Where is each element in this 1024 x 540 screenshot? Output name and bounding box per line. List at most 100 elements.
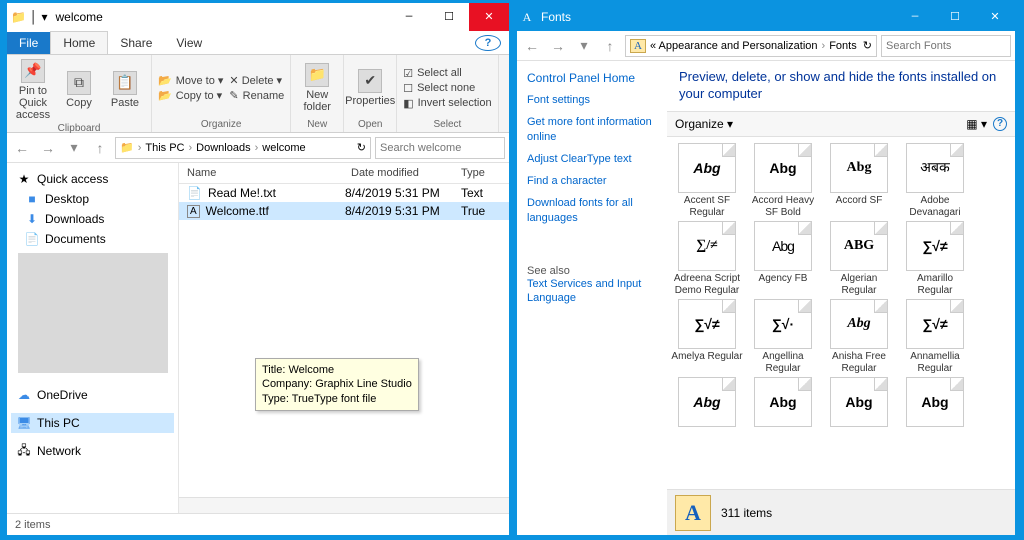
font-tile[interactable]: AbgAccord SF xyxy=(823,143,895,219)
new-folder-button[interactable]: 📁New folder xyxy=(295,61,339,115)
chevron-right-icon[interactable]: › xyxy=(822,40,826,52)
nav-onedrive[interactable]: ☁OneDrive xyxy=(11,385,174,405)
side-link-font-settings[interactable]: Font settings xyxy=(527,93,657,107)
file-list[interactable]: Name Date modified Type 📄 Read Me!.txt 8… xyxy=(179,163,509,513)
nav-back-button[interactable]: ← xyxy=(521,35,543,57)
pin-quickaccess-button[interactable]: 📌Pin to Quick access xyxy=(11,57,55,123)
horizontal-scrollbar[interactable] xyxy=(179,497,509,513)
select-none-button[interactable]: ☐ Select none xyxy=(401,81,493,96)
breadcrumb-downloads[interactable]: Downloads xyxy=(196,142,250,154)
nav-network[interactable]: 🖧Network xyxy=(11,441,174,461)
delete-button[interactable]: ✕ Delete ▾ xyxy=(227,73,286,88)
titlebar[interactable]: A Fonts — ☐ ✕ xyxy=(517,3,1015,31)
col-name[interactable]: Name xyxy=(187,167,351,179)
tab-file[interactable]: File xyxy=(7,32,50,54)
close-button[interactable]: ✕ xyxy=(975,3,1015,31)
titlebar[interactable]: 📁 │ ▾ welcome — ☐ ✕ xyxy=(7,3,509,31)
tab-view[interactable]: View xyxy=(164,32,214,54)
view-mode-button[interactable]: ▦ ▾ xyxy=(966,117,987,131)
font-tile[interactable]: AbgAccent SF Regular xyxy=(671,143,743,219)
font-tile[interactable]: Abg xyxy=(899,377,971,453)
address-bar[interactable]: 📁› This PC› Downloads› welcome ↻ xyxy=(115,137,371,159)
side-link-text-services[interactable]: Text Services and Input Language xyxy=(527,277,657,306)
nav-downloads[interactable]: ⬇Downloads xyxy=(11,209,174,229)
ribbon-help-icon[interactable]: ? xyxy=(475,35,501,51)
file-row[interactable]: 📄 Read Me!.txt 8/4/2019 5:31 PM Text xyxy=(179,184,509,202)
nav-forward-button[interactable]: → xyxy=(37,137,59,159)
side-link-download-fonts[interactable]: Download fonts for all languages xyxy=(527,196,657,225)
side-link-find-character[interactable]: Find a character xyxy=(527,174,657,188)
nav-history-button[interactable]: ▾ xyxy=(573,35,595,57)
maximize-button[interactable]: ☐ xyxy=(935,3,975,31)
nav-back-button[interactable]: ← xyxy=(11,137,33,159)
breadcrumb-welcome[interactable]: welcome xyxy=(262,142,305,154)
fonts-count: 311 items xyxy=(721,506,772,520)
chevron-right-icon[interactable]: › xyxy=(138,142,142,154)
invert-selection-button[interactable]: ◧ Invert selection xyxy=(401,96,493,111)
font-tile[interactable]: ∑√≠Amelya Regular xyxy=(671,299,743,375)
font-grid[interactable]: AbgAccent SF RegularAbgAccord Heavy SF B… xyxy=(667,137,1015,489)
col-date[interactable]: Date modified xyxy=(351,167,461,179)
address-bar[interactable]: A « Appearance and Personalization › Fon… xyxy=(625,35,877,57)
breadcrumb-thispc[interactable]: This PC xyxy=(145,142,184,154)
font-tile[interactable]: ABGAlgerian Regular xyxy=(823,221,895,297)
refresh-icon[interactable]: ↻ xyxy=(863,39,872,52)
copy-icon: ⧉ xyxy=(67,71,91,95)
font-name: Anisha Free Regular xyxy=(823,351,895,375)
help-icon[interactable]: ? xyxy=(993,117,1007,131)
tab-share[interactable]: Share xyxy=(108,32,164,54)
search-input[interactable] xyxy=(886,40,1024,52)
font-tile[interactable]: ∑√≠Annamellia Regular xyxy=(899,299,971,375)
font-tile[interactable]: AbgAccord Heavy SF Bold xyxy=(747,143,819,219)
font-tile[interactable]: अबकAdobe Devanagari xyxy=(899,143,971,219)
nav-this-pc[interactable]: 🖥This PC xyxy=(11,413,174,433)
font-tile[interactable]: AbgAgency FB xyxy=(747,221,819,297)
font-name: Accord SF xyxy=(836,195,883,219)
minimize-button[interactable]: — xyxy=(895,3,935,31)
tab-home[interactable]: Home xyxy=(50,31,108,54)
navigation-pane[interactable]: ★Quick access ■Desktop ⬇Downloads 📄Docum… xyxy=(7,163,179,513)
properties-button[interactable]: ✔Properties xyxy=(348,67,392,109)
nav-quick-access[interactable]: ★Quick access xyxy=(11,169,174,189)
side-link-cleartype[interactable]: Adjust ClearType text xyxy=(527,152,657,166)
search-box[interactable]: 🔍 xyxy=(375,137,505,159)
close-button[interactable]: ✕ xyxy=(469,3,509,31)
fonts-icon: A xyxy=(517,10,537,25)
chevron-right-icon[interactable]: › xyxy=(255,142,259,154)
breadcrumb-appearance[interactable]: « Appearance and Personalization xyxy=(650,40,818,52)
control-panel-home-link[interactable]: Control Panel Home xyxy=(527,71,657,85)
column-headers[interactable]: Name Date modified Type xyxy=(179,163,509,184)
font-tile[interactable]: ∑√·Angellina Regular xyxy=(747,299,819,375)
font-tile[interactable]: Abg xyxy=(823,377,895,453)
font-tile[interactable]: Abg xyxy=(747,377,819,453)
copy-button[interactable]: ⧉Copy xyxy=(57,69,101,111)
rename-button[interactable]: ✎Rename xyxy=(227,88,286,103)
nav-up-button[interactable]: ↑ xyxy=(89,137,111,159)
nav-up-button[interactable]: ↑ xyxy=(599,35,621,57)
qat-dropdown-icon[interactable]: ▾ xyxy=(41,10,47,24)
select-all-button[interactable]: Select all xyxy=(401,66,493,81)
font-tile[interactable]: ∑/≠Adreena Script Demo Regular xyxy=(671,221,743,297)
nav-history-button[interactable]: ▾ xyxy=(63,137,85,159)
font-preview: ∑√≠ xyxy=(906,299,964,349)
minimize-button[interactable]: — xyxy=(389,3,429,31)
moveto-button[interactable]: 📂Move to ▾ xyxy=(156,73,225,88)
organize-button[interactable]: Organize ▾ xyxy=(675,117,733,131)
copyto-button[interactable]: 📂Copy to ▾ xyxy=(156,88,225,103)
search-input[interactable] xyxy=(380,142,522,154)
font-tile[interactable]: AbgAnisha Free Regular xyxy=(823,299,895,375)
chevron-right-icon[interactable]: › xyxy=(189,142,193,154)
paste-button[interactable]: 📋Paste xyxy=(103,69,147,111)
font-tile[interactable]: Abg xyxy=(671,377,743,453)
search-box[interactable]: 🔍 xyxy=(881,35,1011,57)
refresh-icon[interactable]: ↻ xyxy=(357,141,366,154)
col-type[interactable]: Type xyxy=(461,167,501,179)
nav-desktop[interactable]: ■Desktop xyxy=(11,189,174,209)
breadcrumb-fonts[interactable]: Fonts xyxy=(829,40,857,52)
nav-documents[interactable]: 📄Documents xyxy=(11,229,174,249)
maximize-button[interactable]: ☐ xyxy=(429,3,469,31)
nav-forward-button[interactable]: → xyxy=(547,35,569,57)
file-row[interactable]: A Welcome.ttf 8/4/2019 5:31 PM True xyxy=(179,202,509,220)
side-link-more-font-info[interactable]: Get more font information online xyxy=(527,115,657,144)
font-tile[interactable]: ∑√≠Amarillo Regular xyxy=(899,221,971,297)
